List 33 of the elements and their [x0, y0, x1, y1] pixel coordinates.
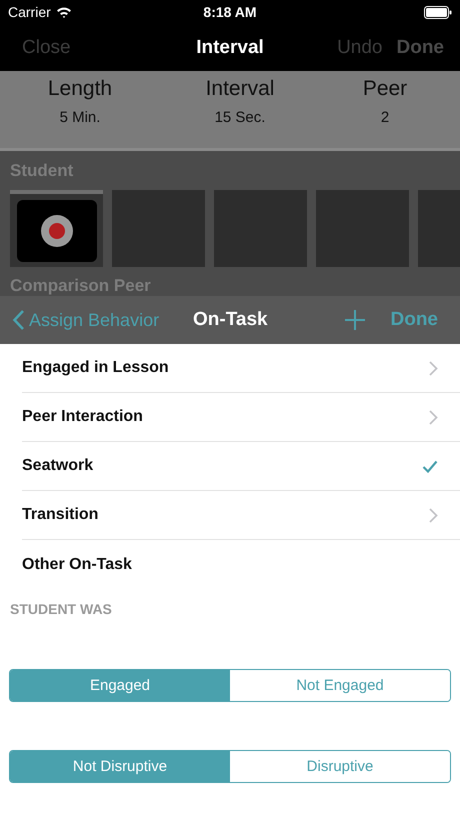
done-button[interactable]: Done — [390, 309, 438, 331]
back-chevron-icon — [12, 309, 25, 331]
stat-label: Interval — [206, 77, 274, 101]
stat-value: 5 Min. — [60, 109, 100, 126]
segment-option[interactable]: Not Disruptive — [10, 751, 230, 782]
screen-title: Interval — [196, 36, 264, 58]
behavior-row[interactable]: Engaged in Lesson — [22, 344, 460, 393]
interval-tile[interactable] — [10, 190, 103, 267]
interval-tile[interactable] — [214, 190, 307, 267]
carrier-label: Carrier — [8, 4, 51, 20]
behavior-row[interactable]: Transition — [22, 491, 460, 540]
stat-value: 15 Sec. — [214, 109, 266, 126]
add-button[interactable] — [344, 310, 364, 330]
behavior-row[interactable]: Peer Interaction — [22, 393, 460, 442]
plus-icon — [344, 310, 364, 330]
chevron-icon — [429, 410, 438, 424]
interval-tile[interactable] — [112, 190, 205, 267]
record-icon — [40, 214, 74, 248]
stat-label: Length — [48, 77, 112, 101]
behavior-row[interactable]: Seatwork — [22, 442, 460, 491]
segment-option[interactable]: Engaged — [10, 670, 230, 701]
behavior-row[interactable]: Other On-Task — [22, 540, 460, 589]
stat-label: Peer — [362, 77, 408, 101]
sheet-title: On-Task — [193, 309, 268, 331]
status-time: 8:18 AM — [203, 4, 257, 20]
interval-tile[interactable] — [316, 190, 409, 267]
chevron-icon — [429, 508, 438, 522]
chevron-icon — [429, 360, 438, 376]
section-header: STUDENT WAS — [10, 601, 112, 617]
battery-icon — [424, 6, 452, 18]
stat-value: 2 — [380, 109, 390, 126]
back-button[interactable]: Assign Behavior — [12, 309, 160, 331]
wifi-icon — [56, 6, 72, 18]
